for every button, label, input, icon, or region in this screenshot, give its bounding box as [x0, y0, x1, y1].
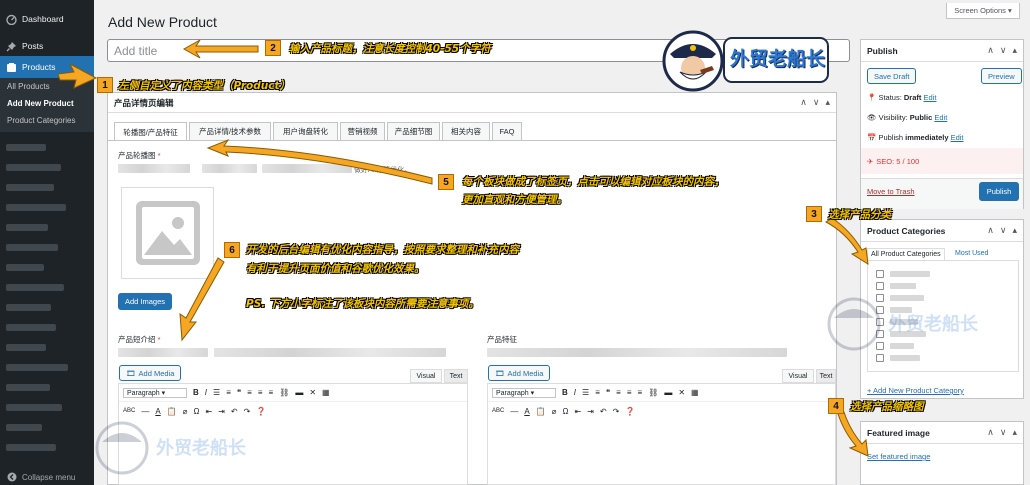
arrow-6 — [179, 257, 225, 342]
annotation-text-6a: 开发的后台编辑有优化内容指导，按照要求整理和补充内容 — [246, 244, 519, 256]
annotation-badge-3: 3 — [806, 206, 822, 222]
annotation-text-2: 输入产品标题，注意长度控制40-55个字符 — [289, 43, 491, 55]
arrow-4 — [837, 411, 869, 457]
annotation-badge-6: 6 — [224, 242, 240, 258]
annotation-text-6b: 有利于提升页面价值和谷歌优化效果。 — [246, 263, 425, 275]
annotation-text-3: 选择产品分类 — [828, 209, 891, 221]
arrow-2 — [182, 39, 259, 59]
annotation-badge-1: 1 — [97, 77, 113, 93]
annotation-text-6c: PS. 下方小字标注了该板块内容所需要注意事项。 — [246, 298, 479, 310]
annotation-text-5b: 更加直观和方便管理。 — [462, 194, 567, 206]
annotation-badge-2: 2 — [265, 40, 281, 56]
annotation-badge-5: 5 — [438, 174, 454, 190]
annotation-text-1: 左侧自定义了内容类型（Product） — [118, 80, 290, 92]
annotation-text-4: 选择产品缩略图 — [850, 401, 924, 413]
annotation-text-5a: 每个板块做成了标签页，点击可以编辑对应板块的内容， — [462, 176, 725, 188]
arrow-1 — [57, 62, 98, 89]
arrow-5 — [206, 138, 433, 185]
annotation-badge-4: 4 — [828, 398, 844, 414]
arrow-3 — [825, 217, 869, 265]
